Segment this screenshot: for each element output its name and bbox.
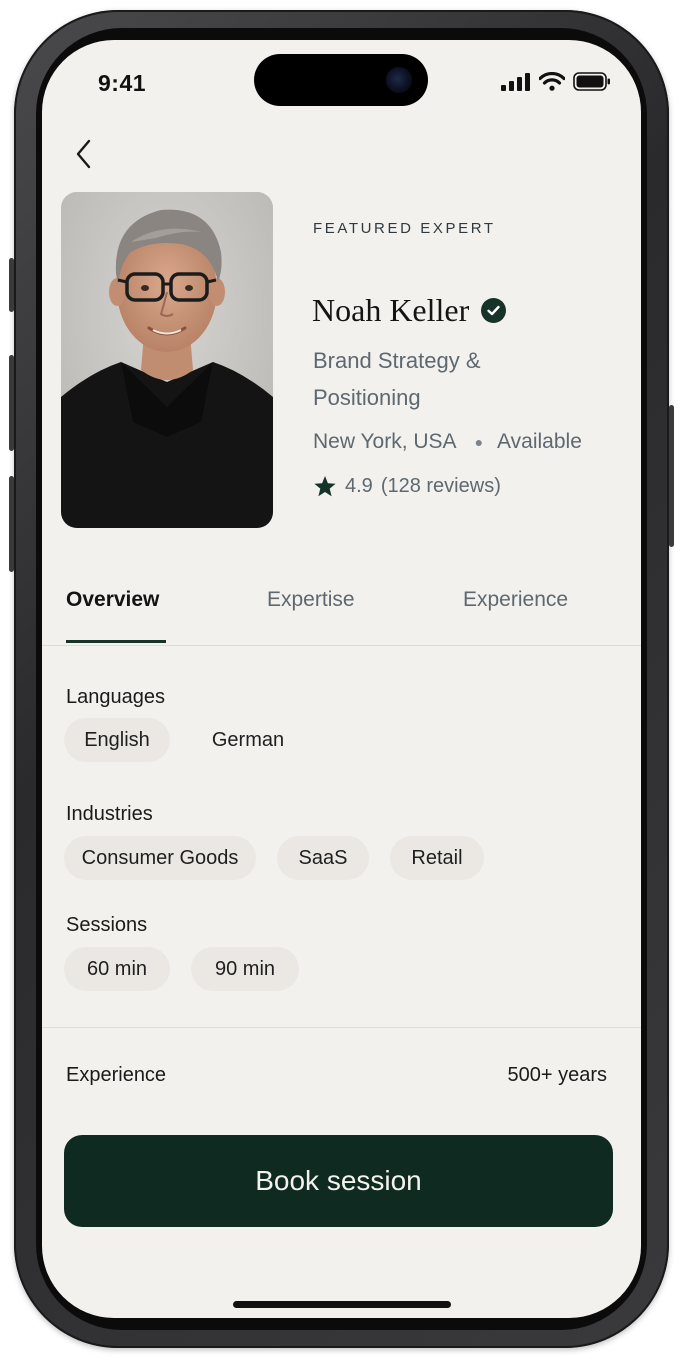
location-row: New York, USA ● Available bbox=[313, 430, 582, 454]
chevron-left-icon bbox=[76, 139, 91, 169]
rating-value: 4.9 bbox=[345, 475, 373, 497]
section-divider bbox=[42, 1027, 641, 1028]
chip-language: German bbox=[211, 728, 285, 751]
review-count: (128 reviews) bbox=[380, 475, 501, 497]
industries-label: Industries bbox=[66, 803, 153, 825]
chip-session: 90 min bbox=[191, 947, 299, 991]
name-row: Noah Keller bbox=[312, 292, 507, 329]
experience-label: Experience bbox=[66, 1064, 167, 1086]
status-time: 9:41 bbox=[98, 70, 147, 96]
chip-industry: Retail bbox=[390, 836, 484, 880]
separator-dot: ● bbox=[474, 434, 484, 450]
expert-name: Noah Keller bbox=[312, 292, 470, 328]
volume-down-button bbox=[9, 476, 14, 572]
tabs-divider bbox=[42, 645, 641, 646]
back-button[interactable] bbox=[64, 134, 104, 174]
status-icons bbox=[501, 72, 611, 91]
profile-tabs: Overview Expertise Experience bbox=[42, 588, 641, 646]
home-indicator[interactable] bbox=[233, 1301, 451, 1308]
featured-eyebrow: FEATURED EXPERT bbox=[313, 220, 496, 237]
front-camera bbox=[386, 67, 412, 93]
star-icon bbox=[314, 476, 336, 497]
chip-session: 60 min bbox=[64, 947, 170, 991]
sessions-label: Sessions bbox=[66, 914, 148, 936]
check-badge-icon bbox=[481, 298, 507, 323]
chip-industry: Consumer Goods bbox=[64, 836, 256, 880]
expert-photo bbox=[61, 192, 273, 528]
cellular-signal-icon bbox=[501, 72, 530, 91]
tab-overview[interactable]: Overview bbox=[66, 588, 159, 612]
action-button bbox=[9, 258, 14, 312]
wifi-icon bbox=[539, 72, 565, 91]
languages-label: Languages bbox=[66, 686, 165, 708]
power-button bbox=[669, 405, 674, 547]
tab-expertise[interactable]: Expertise bbox=[267, 588, 355, 612]
book-session-button[interactable]: Book session bbox=[64, 1135, 613, 1227]
chip-language: English bbox=[64, 718, 170, 762]
volume-up-button bbox=[9, 355, 14, 451]
active-tab-indicator bbox=[66, 640, 166, 643]
rating-row: 4.9 (128 reviews) bbox=[313, 475, 501, 498]
experience-value: 500+ years bbox=[507, 1064, 607, 1086]
battery-icon bbox=[573, 72, 610, 91]
portrait-image bbox=[61, 192, 273, 528]
dynamic-island bbox=[254, 54, 428, 106]
expert-specialty: Brand Strategy & Positioning bbox=[313, 348, 481, 410]
tab-experience[interactable]: Experience bbox=[463, 588, 568, 612]
chip-industry: SaaS bbox=[277, 836, 369, 880]
expert-location: New York, USA bbox=[313, 430, 457, 453]
availability-status: Available bbox=[497, 430, 582, 453]
app-screen: 9:41 FEATURED EXPERT Noah Keller Brand S… bbox=[42, 40, 641, 1318]
